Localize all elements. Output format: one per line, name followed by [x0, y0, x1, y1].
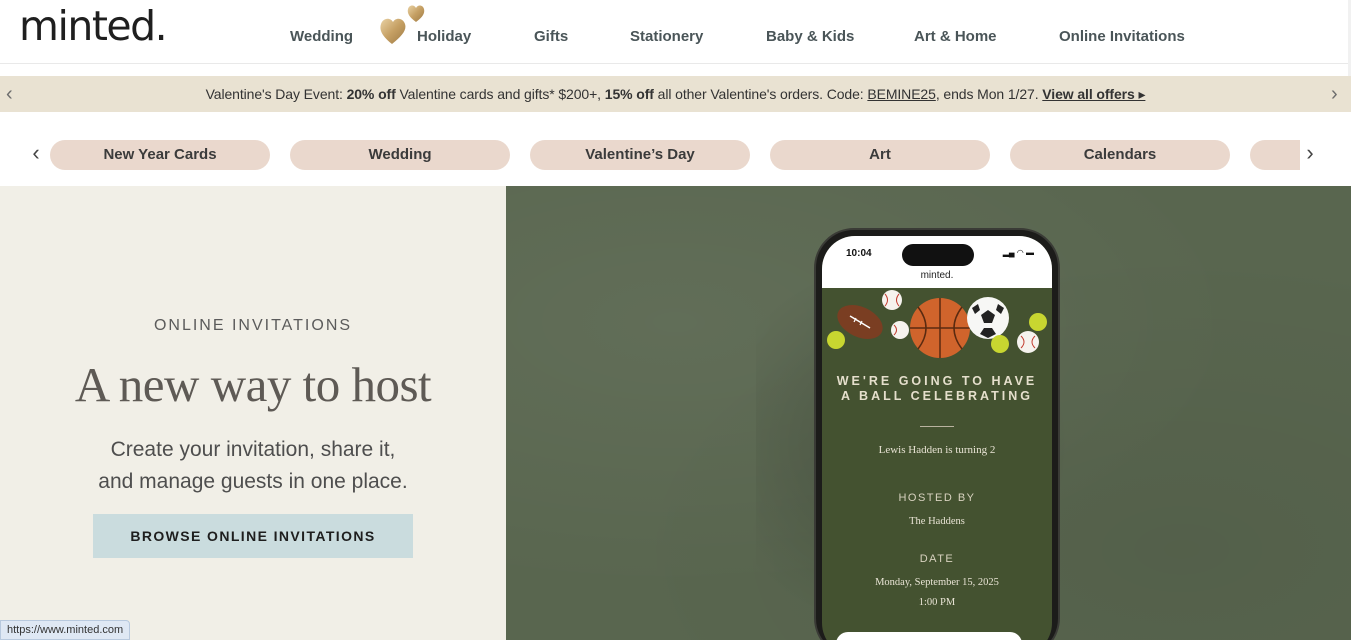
invitation-heading: WE'RE GOING TO HAVE A BALL CELEBRATING [822, 374, 1052, 404]
soccer-ball-icon [967, 297, 1009, 339]
promo-text-3: , ends Mon 1/27. [935, 86, 1043, 102]
time-value: 1:00 PM [918, 597, 956, 608]
category-next-chevron-right-icon[interactable]: › [1300, 141, 1320, 165]
hero-eyebrow: ONLINE INVITATIONS [153, 317, 353, 334]
tennis-ball-icon-2 [991, 335, 1009, 353]
nav-stationery[interactable]: Stationery [630, 28, 703, 45]
promo-discount-1: 20% off [346, 86, 396, 102]
sports-balls-illustration [827, 290, 1047, 358]
hero-subtext-line-2: and manage guests in one place. [98, 470, 408, 493]
category-pill-new-year-cards[interactable]: New Year Cards [50, 140, 270, 170]
tennis-ball-icon-3 [1029, 313, 1047, 331]
invitation-name-line: Lewis Hadden is turning 2 [878, 444, 996, 456]
category-pill-calendars[interactable]: Calendars [1010, 140, 1230, 170]
baseball-icon-2 [891, 321, 909, 339]
category-pill-partial[interactable] [1250, 140, 1300, 170]
hero-subtext-line-1: Create your invitation, share it, [110, 438, 396, 461]
phone-time: 10:04 [846, 248, 872, 259]
promo-text-2: all other Valentine's orders. Code: [653, 86, 868, 102]
category-prev-chevron-left-icon[interactable]: ‹ [26, 141, 46, 165]
category-pill-valentines-day[interactable]: Valentine’s Day [530, 140, 750, 170]
dynamic-island [902, 244, 974, 266]
browse-online-invitations-button[interactable]: BROWSE ONLINE INVITATIONS [93, 514, 413, 558]
nav-wedding[interactable]: Wedding [290, 28, 353, 45]
hero-headline: A new way to host [74, 357, 432, 412]
phone-app-logo: minted. [920, 270, 954, 281]
rsvp-card [836, 632, 1022, 640]
baseball-icon-3 [1017, 331, 1039, 353]
nav-gifts[interactable]: Gifts [534, 28, 568, 45]
phone-screen: 10:04 ▂▄ ◠ ▬ minted. WE'RE GOING TO HAVE… [822, 236, 1052, 640]
promo-text-1: Valentine cards and gifts* $200+, [395, 86, 605, 102]
date-label: DATE [919, 553, 955, 565]
hero-image[interactable]: 10:04 ▂▄ ◠ ▬ minted. WE'RE GOING TO HAVE… [506, 186, 1351, 640]
promo-discount-2: 15% off [604, 86, 654, 102]
signal-wifi-battery-icon: ▂▄ ◠ ▬ [1002, 248, 1034, 257]
hosted-by-label: HOSTED BY [898, 492, 976, 504]
promo-code: BEMINE25 [867, 86, 936, 102]
promo-prefix: Valentine's Day Event: [205, 86, 347, 102]
hero-text-panel: ONLINE INVITATIONS A new way to host Cre… [0, 186, 506, 640]
category-pill-art[interactable]: Art [770, 140, 990, 170]
hosted-by-value: The Haddens [909, 516, 965, 527]
site-header: minted. Wedding Holiday Gifts Stationery… [0, 0, 1351, 64]
date-value: Monday, September 15, 2025 [875, 577, 999, 588]
promo-text: Valentine's Day Event: 20% off Valentine… [0, 86, 1351, 103]
nav-baby-kids[interactable]: Baby & Kids [766, 28, 854, 45]
nav-holiday[interactable]: Holiday [417, 28, 471, 45]
invitation-divider [920, 426, 954, 427]
browser-status-url: https://www.minted.com [0, 620, 131, 640]
category-pill-wedding[interactable]: Wedding [290, 140, 510, 170]
phone-status-bar: 10:04 ▂▄ ◠ ▬ minted. [822, 236, 1052, 288]
tennis-ball-icon [827, 331, 845, 349]
promo-next-chevron-right-icon[interactable]: › [1331, 82, 1338, 106]
minted-logo[interactable]: minted. [19, 2, 168, 50]
invitation-heading-line-2: A BALL CELEBRATING [841, 389, 1033, 403]
basketball-icon [910, 298, 970, 358]
invitation-heading-line-1: WE'RE GOING TO HAVE [836, 374, 1038, 388]
hero-subtext: Create your invitation, share it, and ma… [0, 434, 506, 498]
category-carousel: ‹ New Year Cards Wedding Valentine’s Day… [0, 112, 1351, 186]
baseball-icon [882, 290, 902, 310]
view-all-offers-link[interactable]: View all offers ▸ [1042, 86, 1145, 102]
promo-banner: ‹ Valentine's Day Event: 20% off Valenti… [0, 76, 1351, 112]
nav-art-home[interactable]: Art & Home [914, 28, 997, 45]
nav-online-invitations[interactable]: Online Invitations [1059, 28, 1185, 45]
phone-mockup: 10:04 ▂▄ ◠ ▬ minted. WE'RE GOING TO HAVE… [814, 228, 1060, 640]
